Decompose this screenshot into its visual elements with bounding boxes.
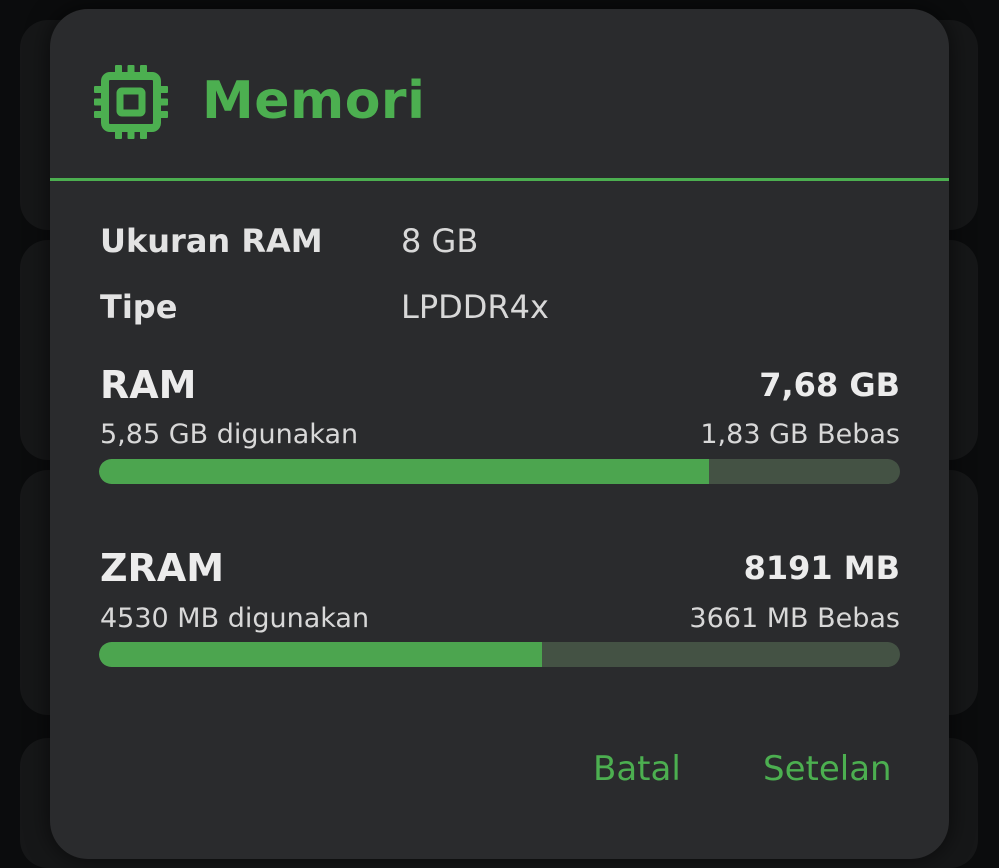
zram-section-title: ZRAM	[100, 546, 225, 590]
ram-section-title: RAM	[100, 363, 197, 407]
header-divider	[50, 178, 949, 181]
zram-total: 8191 MB	[743, 549, 900, 587]
ram-size-label: Ukuran RAM	[100, 222, 323, 260]
ram-used: 5,85 GB digunakan	[100, 419, 359, 450]
zram-usage-fill	[99, 642, 542, 667]
memory-type-value: LPDDR4x	[401, 288, 549, 326]
memory-dialog: Memori Ukuran RAM 8 GB Tipe LPDDR4x RAM …	[50, 9, 949, 859]
zram-used: 4530 MB digunakan	[100, 603, 370, 634]
ram-usage-fill	[99, 459, 710, 484]
ram-free: 1,83 GB Bebas	[700, 419, 900, 450]
ram-usage-bar	[99, 459, 900, 484]
memory-type-label: Tipe	[100, 288, 178, 326]
zram-usage-bar	[99, 642, 900, 667]
memory-chip-icon	[94, 65, 168, 139]
settings-button[interactable]: Setelan	[763, 747, 892, 791]
dialog-header: Memori	[50, 9, 949, 180]
ram-size-value: 8 GB	[401, 222, 479, 260]
zram-free: 3661 MB Bebas	[689, 603, 900, 634]
cancel-button[interactable]: Batal	[593, 747, 681, 791]
dialog-title: Memori	[202, 71, 426, 131]
ram-total: 7,68 GB	[759, 366, 900, 404]
